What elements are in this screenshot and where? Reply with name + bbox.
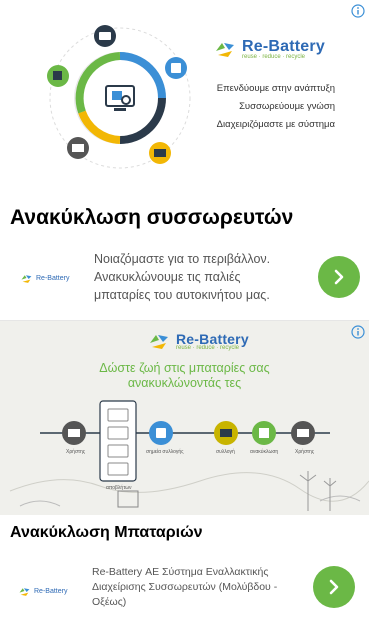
rebattery-logo-icon [19, 588, 30, 596]
open-ad-button[interactable] [313, 566, 355, 608]
info-icon[interactable] [351, 325, 365, 339]
sponsor-logo[interactable]: Re-Battery [20, 273, 69, 284]
creative-line: Διαχειριζόμαστε με σύστημα [216, 119, 335, 131]
rebattery-logo-icon [216, 43, 234, 57]
recycling-flow-diagram [9, 400, 369, 511]
ad-creative-image[interactable]: Re-Battery reuse · reduce · recycle Επεν… [0, 0, 369, 200]
flow-label: συλλογή [216, 449, 235, 455]
creative-line: Συσσωρεύουμε γνώση [239, 101, 335, 113]
sponsor-name: Re-Battery [36, 275, 70, 282]
ad-headline[interactable]: Ανακύκλωση συσσωρευτών [10, 206, 293, 230]
ad-card-2[interactable]: Re-Battery reuse · reduce · recycle Δώστ… [0, 320, 369, 622]
creative-line: Επενδύουμε στην ανάπτυξη [216, 83, 335, 94]
chevron-right-icon [329, 579, 339, 595]
flow-label: σημεία συλλογής [146, 449, 184, 455]
open-ad-button[interactable] [318, 256, 360, 298]
ad-headline[interactable]: Ανακύκλωση Μπαταριών [10, 524, 203, 542]
sponsor-name: Re-Battery [34, 588, 68, 595]
chevron-right-icon [334, 269, 344, 285]
flow-label: αποβλήτων [106, 485, 132, 491]
sponsor-logo[interactable]: Re-Battery [18, 586, 67, 597]
rebattery-logo-icon [21, 275, 32, 283]
flow-label: Χρήστης [295, 449, 315, 455]
ad-card-1[interactable]: Re-Battery reuse · reduce · recycle Επεν… [0, 0, 369, 320]
ad-description[interactable]: Νοιαζόμαστε για το περιβάλλον. Ανακυκλών… [94, 250, 299, 304]
ad-description[interactable]: Re-Battery ΑΕ Σύστημα Εναλλακτικής Διαχε… [92, 565, 304, 611]
ad-creative-image[interactable]: Re-Battery reuse · reduce · recycle Δώστ… [0, 321, 369, 515]
brand-logo-block: Re-Battery reuse · reduce · recycle [214, 38, 325, 60]
flow-label: ανακύκλωση [250, 449, 279, 455]
creative-taglines: Επενδύουμε στην ανάπτυξη Συσσωρεύουμε γν… [217, 80, 335, 134]
battery-cycle-diagram [47, 25, 191, 169]
flow-label: Χρήστης [66, 449, 86, 455]
